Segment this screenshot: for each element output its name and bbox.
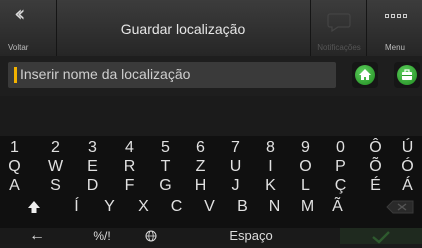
shift-arrow-icon: [28, 201, 40, 213]
globe-icon: [145, 230, 157, 242]
key[interactable]: P: [326, 157, 355, 177]
key[interactable]: S: [41, 176, 70, 196]
input-placeholder: Inserir nome da localização: [20, 66, 191, 82]
backspace-key[interactable]: [380, 197, 420, 217]
key[interactable]: J: [221, 176, 250, 196]
shift-key[interactable]: [22, 197, 46, 217]
key[interactable]: Õ: [361, 157, 390, 177]
key[interactable]: W: [41, 157, 70, 177]
key[interactable]: Ó: [393, 157, 422, 177]
key[interactable]: 8: [256, 138, 285, 158]
symbols-key[interactable]: %/!: [84, 228, 120, 244]
home-button[interactable]: [352, 62, 378, 88]
key[interactable]: M: [293, 197, 322, 217]
notifications-label: Notificações: [317, 43, 361, 52]
speech-bubble-icon: [327, 13, 351, 32]
key[interactable]: É: [361, 176, 390, 196]
key[interactable]: X: [129, 197, 158, 217]
key[interactable]: R: [115, 157, 144, 177]
key[interactable]: Ô: [361, 138, 390, 158]
key[interactable]: F: [115, 176, 144, 196]
key[interactable]: 1: [0, 138, 29, 158]
backspace-icon: [386, 200, 414, 214]
key[interactable]: 3: [78, 138, 107, 158]
location-name-input[interactable]: Inserir nome da localização: [8, 62, 336, 88]
notifications-button[interactable]: Notificações: [310, 0, 367, 56]
key[interactable]: K: [256, 176, 285, 196]
key[interactable]: H: [186, 176, 215, 196]
key[interactable]: Q: [0, 157, 29, 177]
key[interactable]: U: [221, 157, 250, 177]
key-row-numbers: 1 2 3 4 5 6 7 8 9 0 Ô Ú: [0, 138, 422, 158]
menu-label: Menu: [384, 43, 405, 52]
on-screen-keyboard: 1 2 3 4 5 6 7 8 9 0 Ô Ú Q W E R T Z U I …: [0, 136, 422, 244]
checkmark-icon: [372, 231, 390, 244]
key[interactable]: Ú: [393, 138, 422, 158]
back-chevron-icon: ‹‹: [14, 2, 25, 27]
key[interactable]: 6: [186, 138, 215, 158]
input-row: Inserir nome da localização: [0, 56, 422, 96]
back-button[interactable]: ‹‹ Voltar: [0, 0, 57, 56]
key[interactable]: Y: [95, 197, 124, 217]
page-title: Guardar localização: [120, 21, 246, 37]
home-icon: [359, 69, 371, 80]
key-row-asdf: A S D F G H J K L Ç É Á: [0, 176, 422, 196]
key[interactable]: 5: [151, 138, 180, 158]
key[interactable]: 0: [326, 138, 355, 158]
keyboard-function-row: ← %/! Espaço: [0, 228, 422, 244]
key[interactable]: V: [195, 197, 224, 217]
top-bar: ‹‹ Voltar Guardar localização Notificaçõ…: [0, 0, 422, 57]
left-arrow-key[interactable]: ←: [22, 228, 52, 244]
key[interactable]: 2: [41, 138, 70, 158]
key-row-qwerty: Q W E R T Z U I O P Õ Ó: [0, 157, 422, 177]
key[interactable]: Á: [393, 176, 422, 196]
key[interactable]: 7: [221, 138, 250, 158]
key[interactable]: D: [78, 176, 107, 196]
key[interactable]: N: [260, 197, 289, 217]
work-button[interactable]: [394, 62, 420, 88]
key[interactable]: 9: [291, 138, 320, 158]
key[interactable]: Z: [186, 157, 215, 177]
key[interactable]: I: [256, 157, 285, 177]
key-row-bottom-letters: Í Y X C V B N M Ã: [0, 197, 422, 217]
key[interactable]: L: [291, 176, 320, 196]
key[interactable]: T: [151, 157, 180, 177]
back-label: Voltar: [8, 43, 29, 52]
key[interactable]: B: [228, 197, 257, 217]
key[interactable]: Í: [62, 197, 91, 217]
key[interactable]: G: [151, 176, 180, 196]
language-key[interactable]: [136, 228, 166, 244]
menu-button[interactable]: Menu: [366, 0, 422, 56]
key[interactable]: 4: [115, 138, 144, 158]
key[interactable]: C: [162, 197, 191, 217]
key[interactable]: O: [291, 157, 320, 177]
key[interactable]: E: [78, 157, 107, 177]
key[interactable]: Ç: [326, 176, 355, 196]
key[interactable]: Ã: [323, 197, 352, 217]
briefcase-icon: [402, 69, 412, 80]
confirm-key[interactable]: [340, 228, 422, 244]
menu-grid-icon: [385, 14, 407, 22]
text-caret: [14, 67, 17, 83]
space-key[interactable]: Espaço: [176, 228, 326, 244]
key[interactable]: A: [0, 176, 29, 196]
